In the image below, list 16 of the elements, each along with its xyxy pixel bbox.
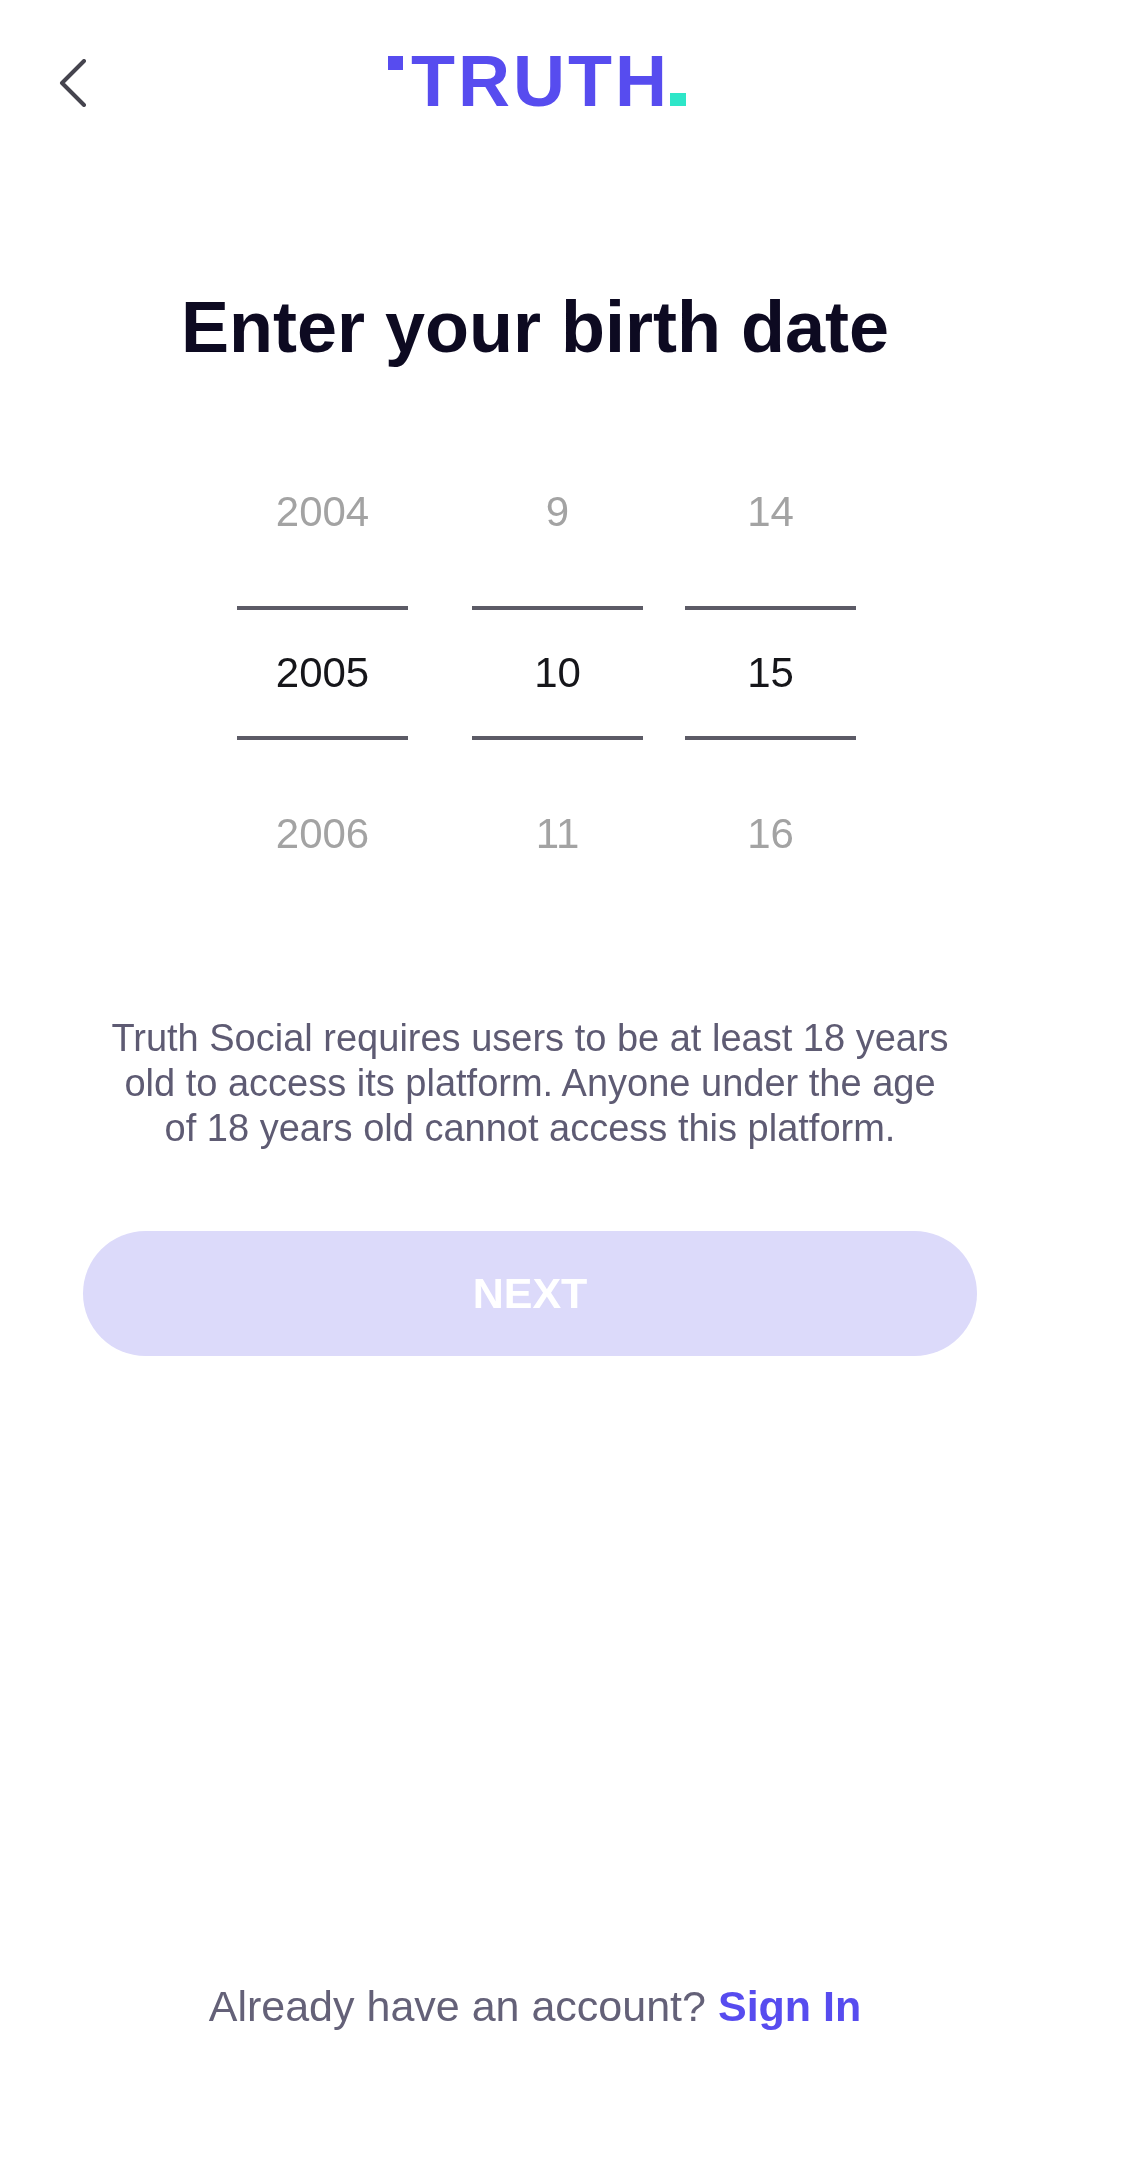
age-notice-text: Truth Social requires users to be at least 18 years old to access its platform. Anyone under the age of 18 years old cannot access this platform.	[110, 1016, 950, 1151]
picker-option[interactable]: 9	[472, 445, 643, 579]
picker-option[interactable]: 15	[685, 606, 856, 740]
chevron-left-icon	[59, 59, 87, 107]
picker-option[interactable]: 11	[472, 767, 643, 901]
picker-option[interactable]: 14	[685, 445, 856, 579]
picker-option[interactable]: 16	[685, 767, 856, 901]
picker-option[interactable]: 10	[472, 606, 643, 740]
picker-option[interactable]: 2006	[237, 767, 408, 901]
page-title: Enter your birth date	[180, 286, 890, 369]
back-button[interactable]	[59, 59, 87, 107]
sign-in-link[interactable]: Sign In	[717, 1980, 862, 2033]
truth-logo: TRUTH	[388, 45, 686, 117]
account-prompt-text: Already have an account?	[208, 1981, 706, 2032]
picker-option[interactable]: 2004	[237, 445, 408, 579]
picker-option[interactable]: 2005	[237, 606, 408, 740]
